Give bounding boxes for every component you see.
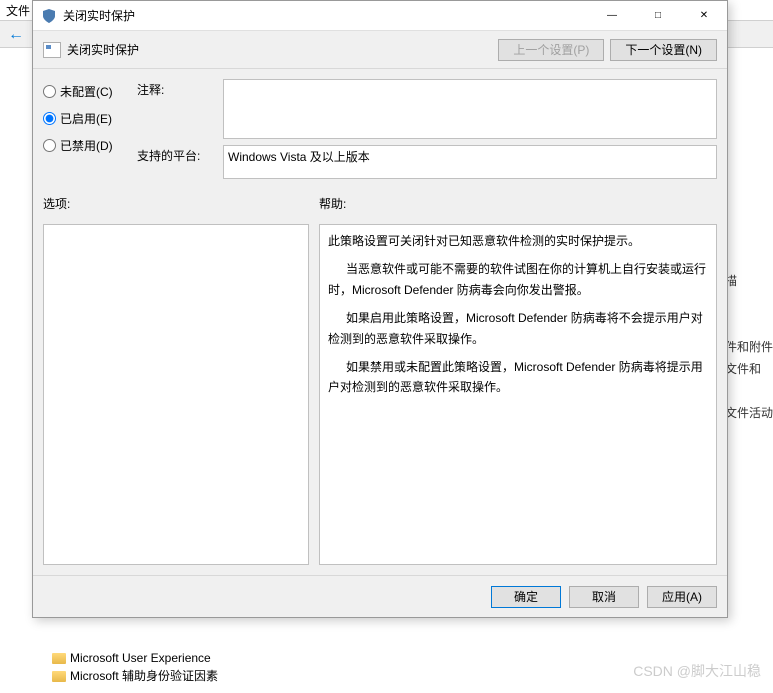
folder-icon	[52, 671, 66, 682]
shield-icon	[41, 8, 57, 24]
back-arrow-icon[interactable]: ←	[8, 26, 24, 44]
platform-box: Windows Vista 及以上版本	[223, 145, 717, 179]
dialog-content: 未配置(C) 已启用(E) 已禁用(D) 注释: 支持的平台: Windows …	[33, 69, 727, 575]
next-setting-button[interactable]: 下一个设置(N)	[610, 39, 717, 61]
options-panel	[43, 224, 309, 565]
platform-label: 支持的平台:	[137, 145, 217, 164]
file-menu-label[interactable]: 文件	[6, 2, 30, 19]
comment-textarea[interactable]	[223, 79, 717, 139]
policy-icon	[43, 42, 61, 58]
background-tree: Microsoft User Experience Microsoft 辅助身份…	[52, 649, 218, 685]
help-panel: 此策略设置可关闭针对已知恶意软件检测的实时保护提示。 当恶意软件或可能不需要的软…	[319, 224, 717, 565]
radio-not-configured[interactable]: 未配置(C)	[43, 83, 131, 100]
radio-disabled[interactable]: 已禁用(D)	[43, 137, 131, 154]
maximize-button[interactable]: □	[635, 1, 681, 31]
radio-enabled[interactable]: 已启用(E)	[43, 110, 131, 127]
list-item[interactable]: Microsoft 辅助身份验证因素	[52, 667, 218, 685]
dialog-footer: 确定 取消 应用(A)	[33, 575, 727, 617]
prev-setting-button[interactable]: 上一个设置(P)	[498, 39, 604, 61]
list-item[interactable]: Microsoft User Experience	[52, 649, 218, 667]
comment-label: 注释:	[137, 79, 217, 98]
state-radio-group: 未配置(C) 已启用(E) 已禁用(D)	[43, 79, 131, 164]
titlebar[interactable]: 关闭实时保护 — □ ✕	[33, 1, 727, 31]
watermark: CSDN @脚大江山稳	[633, 661, 761, 681]
dialog-title: 关闭实时保护	[63, 7, 589, 24]
help-label: 帮助:	[319, 195, 717, 212]
minimize-button[interactable]: —	[589, 1, 635, 31]
close-button[interactable]: ✕	[681, 1, 727, 31]
dialog-header: 关闭实时保护 上一个设置(P) 下一个设置(N)	[33, 31, 727, 69]
cancel-button[interactable]: 取消	[569, 586, 639, 608]
folder-icon	[52, 653, 66, 664]
apply-button[interactable]: 应用(A)	[647, 586, 717, 608]
dialog-header-title: 关闭实时保护	[67, 41, 492, 58]
options-label: 选项:	[43, 195, 309, 212]
ok-button[interactable]: 确定	[491, 586, 561, 608]
policy-dialog: 关闭实时保护 — □ ✕ 关闭实时保护 上一个设置(P) 下一个设置(N) 未配…	[32, 0, 728, 618]
